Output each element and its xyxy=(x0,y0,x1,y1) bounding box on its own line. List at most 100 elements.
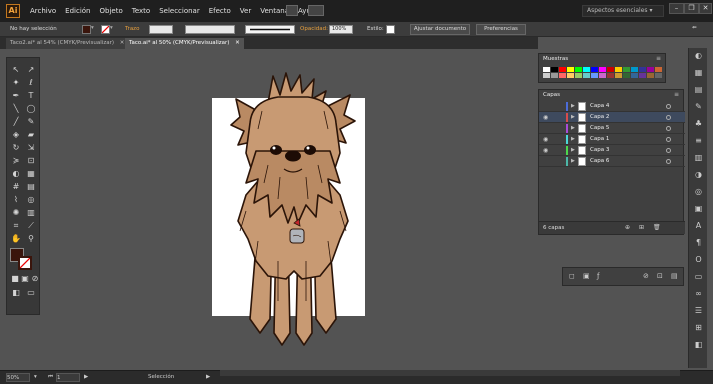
stroke-panel-icon[interactable]: ≡ xyxy=(693,136,704,146)
pathfinder-icon[interactable]: ◧ xyxy=(693,340,704,350)
shape-builder-icon[interactable]: ◐ xyxy=(10,169,22,179)
expand-arrow-icon[interactable]: ▶ xyxy=(571,125,575,131)
bridge-icon[interactable] xyxy=(286,5,298,16)
visibility-eye-icon[interactable]: ◉ xyxy=(543,114,548,121)
links-icon[interactable]: ∞ xyxy=(693,289,704,299)
symbol-sprayer-icon[interactable]: ✺ xyxy=(10,208,22,218)
fx-icon[interactable]: ƒ xyxy=(597,272,599,280)
layer-name[interactable]: Capa 3 xyxy=(590,147,609,153)
expand-arrow-icon[interactable]: ▶ xyxy=(571,147,575,153)
graphic-styles-icon[interactable]: ▣ xyxy=(693,204,704,214)
layer-name[interactable]: Capa 1 xyxy=(590,136,609,142)
layer-row[interactable]: ◉ ▶ Capa 3 xyxy=(539,145,685,156)
workspace-switcher[interactable]: Aspectos esenciales ▾ xyxy=(582,5,664,17)
color-swatch[interactable] xyxy=(639,73,646,78)
color-swatch[interactable] xyxy=(575,73,582,78)
preferences-button[interactable]: Preferencias xyxy=(476,24,526,35)
paragraph-icon[interactable]: ¶ xyxy=(693,238,704,248)
artboard-tool-icon[interactable]: ⌗ xyxy=(10,221,22,231)
close-icon[interactable]: ✕ xyxy=(235,40,240,46)
color-swatch[interactable] xyxy=(655,67,662,72)
color-guide-icon[interactable]: ▦ xyxy=(693,68,704,78)
document-setup-button[interactable]: Ajustar documento xyxy=(410,24,470,35)
restore-button[interactable]: ❐ xyxy=(684,3,699,14)
color-swatch[interactable] xyxy=(615,67,622,72)
appearance-icon[interactable]: ◎ xyxy=(693,187,704,197)
stroke-swatch[interactable] xyxy=(101,25,110,34)
pen-tool-icon[interactable]: ✒ xyxy=(10,91,22,101)
color-swatch[interactable] xyxy=(607,73,614,78)
layer-row[interactable]: ▶ Capa 4 xyxy=(539,101,685,112)
color-swatch[interactable] xyxy=(559,67,566,72)
color-swatch[interactable] xyxy=(607,67,614,72)
variable-width-profile[interactable] xyxy=(185,25,235,34)
symbols-icon[interactable]: ♣ xyxy=(693,119,704,129)
next-page-icon[interactable]: ▶ xyxy=(84,373,88,382)
blob-brush-icon[interactable]: ◈ xyxy=(10,130,22,140)
swatches-title[interactable]: Muestras xyxy=(543,56,568,62)
fill-dropdown-icon[interactable]: ▾ xyxy=(91,25,94,31)
eyedropper-icon[interactable]: ⌇ xyxy=(10,195,22,205)
color-swatch[interactable] xyxy=(551,73,558,78)
draw-mode-icon[interactable]: ◧ xyxy=(10,288,22,298)
gradient-icon[interactable]: ▤ xyxy=(25,182,37,192)
target-circle-icon[interactable] xyxy=(666,126,671,131)
none-mode-icon[interactable]: ⊘ xyxy=(29,274,41,284)
free-transform-icon[interactable]: ⊡ xyxy=(25,156,37,166)
color-swatch[interactable] xyxy=(639,67,646,72)
new-layer-icon[interactable]: ⊞ xyxy=(639,224,644,231)
target-circle-icon[interactable] xyxy=(666,148,671,153)
color-swatch[interactable] xyxy=(567,67,574,72)
transparency-icon[interactable]: ◑ xyxy=(693,170,704,180)
color-panel-icon[interactable]: ◐ xyxy=(693,51,704,61)
color-swatch[interactable] xyxy=(591,67,598,72)
color-swatch[interactable] xyxy=(655,73,662,78)
status-menu-icon[interactable]: ▶ xyxy=(206,373,210,382)
menu-seleccionar[interactable]: Seleccionar xyxy=(159,7,200,15)
perspective-icon[interactable]: ▦ xyxy=(25,169,37,179)
layer-row[interactable]: ▶ Capa 6 xyxy=(539,156,685,167)
expand-arrow-icon[interactable]: ▶ xyxy=(571,158,575,164)
graph-tool-icon[interactable]: ▥ xyxy=(25,208,37,218)
tab-taco[interactable]: Taco.ai* al 50% (CMYK/Previsualizar) ✕ xyxy=(125,38,244,49)
lasso-icon[interactable]: ℓ xyxy=(25,78,37,88)
selection-tool-icon[interactable]: ↖ xyxy=(10,65,22,75)
clear-icon[interactable]: ⊘ xyxy=(643,272,649,280)
transform-icon[interactable]: ⊞ xyxy=(693,323,704,333)
color-swatch[interactable] xyxy=(599,67,606,72)
arrange-documents-icon[interactable] xyxy=(308,5,324,16)
horizontal-scrollbar[interactable] xyxy=(220,370,680,376)
layer-row[interactable]: ▶ Capa 5 xyxy=(539,123,685,134)
visibility-eye-icon[interactable]: ◉ xyxy=(543,136,548,143)
color-swatch[interactable] xyxy=(631,67,638,72)
brushes-icon[interactable]: ✎ xyxy=(693,102,704,112)
color-swatch[interactable] xyxy=(583,73,590,78)
layers-title[interactable]: Capas xyxy=(543,92,560,98)
minimize-button[interactable]: – xyxy=(669,3,684,14)
artboards-icon[interactable]: ▭ xyxy=(693,272,704,282)
color-swatch[interactable] xyxy=(559,73,566,78)
mesh-icon[interactable]: # xyxy=(10,182,22,192)
layer-name[interactable]: Capa 6 xyxy=(590,158,609,164)
magic-wand-icon[interactable]: ✦ xyxy=(10,78,22,88)
stroke-label[interactable]: Trazo xyxy=(125,26,139,32)
delete-layer-icon[interactable]: 🗑 xyxy=(653,224,661,231)
color-swatch[interactable] xyxy=(591,73,598,78)
layer-name[interactable]: Capa 4 xyxy=(590,103,609,109)
graphic-style-swatch[interactable] xyxy=(386,25,395,34)
character-icon[interactable]: A xyxy=(693,221,704,231)
menu-texto[interactable]: Texto xyxy=(132,7,150,15)
color-swatch[interactable] xyxy=(623,67,630,72)
tab-taco2[interactable]: Taco2.ai* al 54% (CMYK/Previsualizar) ✕ xyxy=(6,38,129,49)
fill-swatch[interactable] xyxy=(82,25,91,34)
layer-row[interactable]: ◉ ▶ Capa 2 xyxy=(539,112,685,123)
scale-icon[interactable]: ⇲ xyxy=(25,143,37,153)
color-swatch[interactable] xyxy=(543,67,550,72)
menu-efecto[interactable]: Efecto xyxy=(209,7,231,15)
ellipse-tool-icon[interactable]: ◯ xyxy=(25,104,37,114)
brush-definition[interactable] xyxy=(245,25,295,34)
paintbrush-icon[interactable]: ╱ xyxy=(10,117,22,127)
target-circle-icon[interactable] xyxy=(666,115,671,120)
zoom-dropdown-icon[interactable]: ▾ xyxy=(34,373,37,382)
new-icon[interactable]: ◻ xyxy=(569,272,575,280)
